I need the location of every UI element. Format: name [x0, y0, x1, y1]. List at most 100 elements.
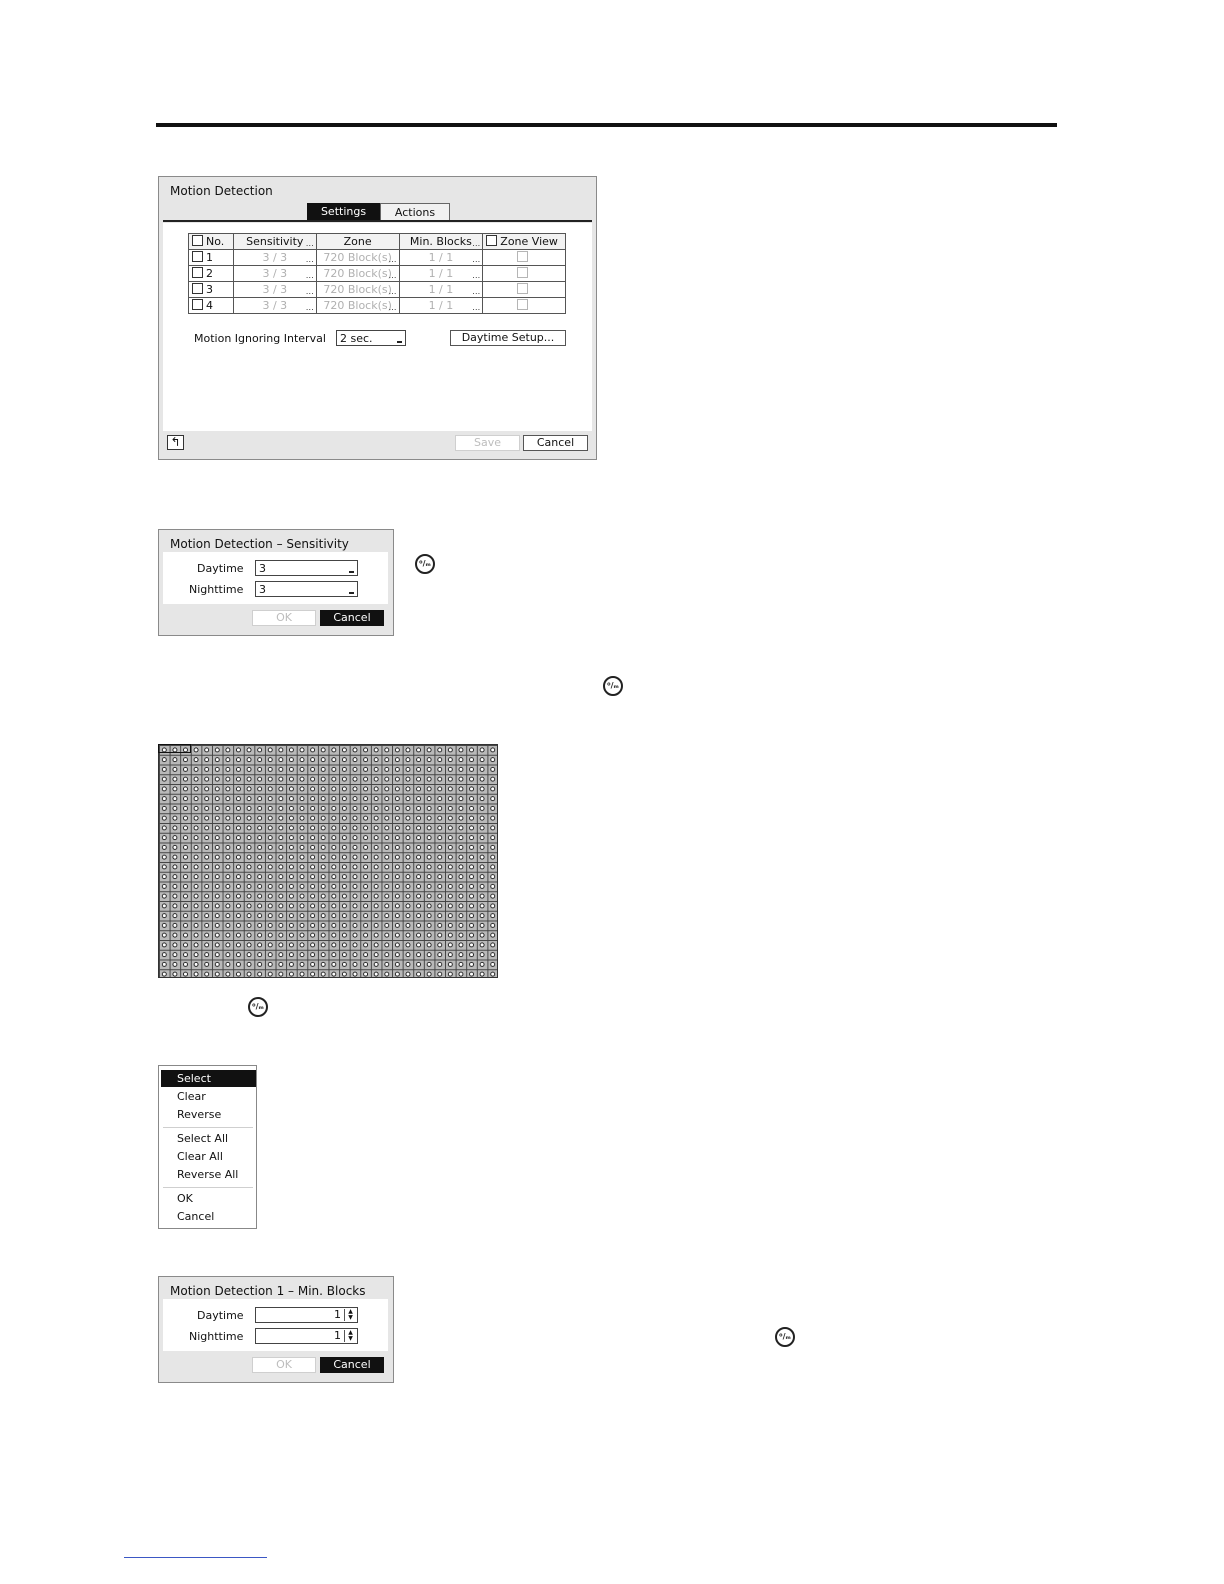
dialog-title: Motion Detection 1 – Min. Blocks [170, 1284, 366, 1298]
remote-menu-button-icon: ⁰/ₘ [775, 1327, 795, 1347]
row-min-blocks[interactable]: 1 / 1… [398, 249, 484, 266]
table-row: 4 3 / 3… 720 Block(s)… 1 / 1… [188, 297, 566, 314]
table-row: 3 3 / 3… 720 Block(s)… 1 / 1… [188, 281, 566, 298]
row-sensitivity[interactable]: 3 / 3… [232, 297, 317, 314]
min-blocks-panel: Daytime 1 ▲ ▼ Nighttime 1 ▲ ▼ [163, 1299, 388, 1351]
menu-item-reverse-all[interactable]: Reverse All [161, 1166, 256, 1183]
row-checkbox[interactable] [192, 267, 203, 278]
dialog-title: Motion Detection [170, 184, 273, 198]
more-icon: … [388, 255, 397, 264]
daytime-min-blocks-spinner[interactable]: 1 ▲ ▼ [255, 1307, 358, 1323]
col-zone-view[interactable]: Zone View [482, 233, 566, 250]
zone-view-checkbox[interactable] [517, 267, 529, 278]
footer-link-underline [124, 1557, 267, 1558]
motion-table: No. Sensitivity… Zone Min. Blocks… Zone … [188, 233, 566, 314]
more-icon: … [388, 303, 397, 312]
menu-divider [163, 1187, 253, 1188]
zone-context-menu: Select Clear Reverse Select All Clear Al… [158, 1065, 257, 1229]
row-zone[interactable]: 720 Block(s)… [315, 281, 400, 298]
menu-item-cancel[interactable]: Cancel [161, 1208, 256, 1225]
more-icon: … [472, 239, 481, 248]
row-no[interactable]: 1 [188, 249, 234, 266]
row-min-blocks[interactable]: 1 / 1… [398, 281, 484, 298]
row-sensitivity[interactable]: 3 / 3… [232, 265, 317, 282]
more-icon: … [472, 303, 481, 312]
more-icon: … [305, 287, 314, 296]
save-button[interactable]: Save [455, 435, 520, 451]
cancel-button[interactable]: Cancel [320, 610, 384, 626]
row-no[interactable]: 4 [188, 297, 234, 314]
more-icon: … [305, 303, 314, 312]
motion-zone-grid[interactable] [158, 744, 498, 978]
select-all-checkbox[interactable] [192, 235, 203, 246]
menu-item-ok[interactable]: OK [161, 1190, 256, 1207]
more-icon: … [305, 271, 314, 280]
row-zone-view[interactable] [482, 297, 566, 314]
zone-view-checkbox[interactable] [517, 251, 529, 262]
cancel-button[interactable]: Cancel [320, 1357, 384, 1373]
daytime-setup-button[interactable]: Daytime Setup... [450, 330, 566, 346]
remote-menu-button-icon: ⁰/ₘ [415, 554, 435, 574]
remote-menu-button-icon: ⁰/ₘ [248, 997, 268, 1017]
col-no[interactable]: No. [188, 233, 234, 250]
ok-button[interactable]: OK [252, 1357, 316, 1373]
row-checkbox[interactable] [192, 283, 203, 294]
zone-view-all-checkbox[interactable] [486, 235, 498, 246]
row-sensitivity[interactable]: 3 / 3… [232, 249, 317, 266]
row-zone-view[interactable] [482, 265, 566, 282]
daytime-sensitivity-dropdown[interactable]: 3 [255, 560, 358, 576]
ok-button[interactable]: OK [252, 610, 316, 626]
nighttime-sensitivity-dropdown[interactable]: 3 [255, 581, 358, 597]
row-no[interactable]: 2 [188, 265, 234, 282]
row-zone-view[interactable] [482, 249, 566, 266]
row-sensitivity[interactable]: 3 / 3… [232, 281, 317, 298]
row-min-blocks[interactable]: 1 / 1… [398, 265, 484, 282]
more-icon: … [472, 255, 481, 264]
zone-cursor [158, 744, 191, 753]
zone-view-checkbox[interactable] [517, 299, 529, 310]
settings-panel: No. Sensitivity… Zone Min. Blocks… Zone … [163, 223, 592, 431]
row-min-blocks[interactable]: 1 / 1… [398, 297, 484, 314]
col-zone: Zone [315, 233, 400, 250]
dropdown-caret-icon [397, 341, 402, 343]
interval-label: Motion Ignoring Interval [194, 332, 326, 345]
more-icon: … [305, 255, 314, 264]
nighttime-label: Nighttime [189, 583, 244, 596]
more-icon: … [472, 287, 481, 296]
row-zone-view[interactable] [482, 281, 566, 298]
dropdown-caret-icon [349, 571, 354, 573]
row-zone[interactable]: 720 Block(s)… [315, 249, 400, 266]
row-no[interactable]: 3 [188, 281, 234, 298]
undo-arrow-icon[interactable]: ↰ [167, 435, 184, 450]
menu-item-clear[interactable]: Clear [161, 1088, 256, 1105]
more-icon: … [305, 239, 314, 248]
interval-dropdown[interactable]: 2 sec. [336, 330, 406, 346]
dialog-title: Motion Detection – Sensitivity [170, 537, 349, 551]
row-checkbox[interactable] [192, 251, 203, 262]
tab-settings[interactable]: Settings [307, 203, 380, 220]
row-zone[interactable]: 720 Block(s)… [315, 297, 400, 314]
more-icon: … [388, 271, 397, 280]
tab-actions[interactable]: Actions [380, 203, 450, 220]
remote-menu-button-icon: ⁰/ₘ [603, 676, 623, 696]
row-checkbox[interactable] [192, 299, 203, 310]
tab-underline [163, 220, 592, 222]
menu-item-reverse[interactable]: Reverse [161, 1106, 256, 1123]
table-row: 1 3 / 3… 720 Block(s)… 1 / 1… [188, 249, 566, 266]
nighttime-label: Nighttime [189, 1330, 244, 1343]
menu-item-clear-all[interactable]: Clear All [161, 1148, 256, 1165]
menu-item-select-all[interactable]: Select All [161, 1130, 256, 1147]
row-zone[interactable]: 720 Block(s)… [315, 265, 400, 282]
sensitivity-panel: Daytime 3 Nighttime 3 [163, 552, 388, 604]
menu-item-select[interactable]: Select [161, 1070, 256, 1087]
col-min-blocks[interactable]: Min. Blocks… [398, 233, 484, 250]
menu-divider [163, 1127, 253, 1128]
spinner-arrows-icon[interactable]: ▲ ▼ [344, 1309, 356, 1321]
nighttime-min-blocks-spinner[interactable]: 1 ▲ ▼ [255, 1328, 358, 1344]
sensitivity-dialog: Motion Detection – Sensitivity Daytime 3… [158, 529, 394, 636]
cancel-button[interactable]: Cancel [523, 435, 588, 451]
spinner-arrows-icon[interactable]: ▲ ▼ [344, 1330, 356, 1342]
page-header-rule [156, 123, 1057, 127]
zone-view-checkbox[interactable] [517, 283, 529, 294]
col-sensitivity[interactable]: Sensitivity… [232, 233, 317, 250]
